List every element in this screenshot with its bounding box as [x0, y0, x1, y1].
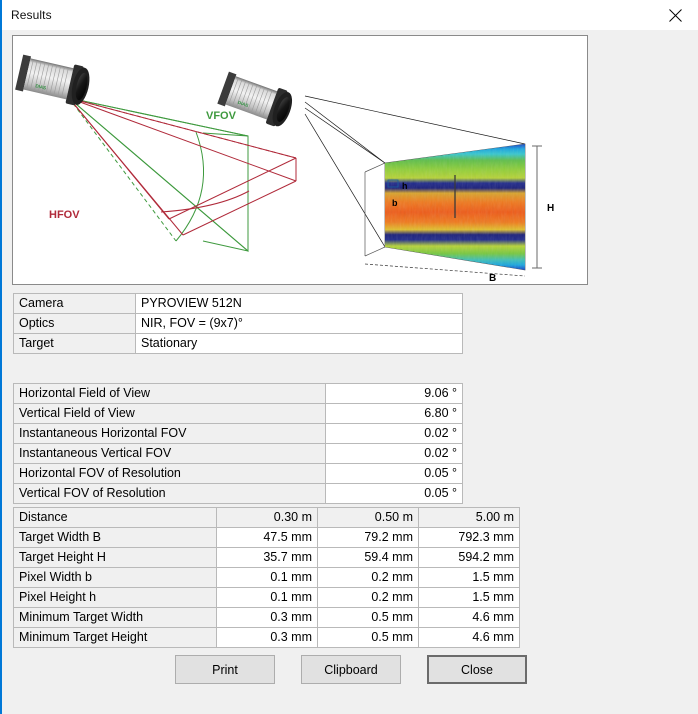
distance-header-c2: 0.50 m — [317, 507, 419, 528]
dist-4-c2: 0.5 mm — [317, 607, 419, 628]
table-row: Horizontal FOV of Resolution 0.05 ° — [13, 463, 463, 484]
dist-4-c1: 0.3 mm — [216, 607, 318, 628]
dist-label-0: Target Width B — [13, 527, 217, 548]
table-row: Vertical Field of View 6.80 ° — [13, 403, 463, 424]
camera-info-table: Camera PYROVIEW 512N Optics NIR, FOV = (… — [13, 293, 463, 354]
table-row: Target Width B 47.5 mm 79.2 mm 792.3 mm — [13, 527, 520, 548]
results-dialog: Results VFOV HFOV DIAS DIAS h b B H Came… — [0, 0, 698, 714]
distance-header-c3: 5.00 m — [418, 507, 520, 528]
close-icon — [668, 8, 682, 22]
dist-0-c2: 79.2 mm — [317, 527, 419, 548]
info-value-camera: PYROVIEW 512N — [135, 293, 463, 314]
dist-3-c3: 1.5 mm — [418, 587, 520, 608]
pixel-width-label: b — [392, 198, 398, 208]
table-row: Minimum Target Height 0.3 mm 0.5 mm 4.6 … — [13, 627, 520, 648]
dist-label-1: Target Height H — [13, 547, 217, 568]
field-of-view-table: Horizontal Field of View 9.06 ° Vertical… — [13, 383, 463, 504]
close-button[interactable]: Close — [427, 655, 527, 684]
dist-3-c1: 0.1 mm — [216, 587, 318, 608]
table-row: Optics NIR, FOV = (9x7)° — [13, 313, 463, 334]
target-height-label: H — [547, 203, 554, 214]
dist-5-c1: 0.3 mm — [216, 627, 318, 648]
distance-table: Distance 0.30 m 0.50 m 5.00 m Target Wid… — [13, 507, 520, 648]
dist-5-c2: 0.5 mm — [317, 627, 419, 648]
table-row: Target Height H 35.7 mm 59.4 mm 594.2 mm — [13, 547, 520, 568]
dist-label-4: Minimum Target Width — [13, 607, 217, 628]
fov-label-3: Instantaneous Vertical FOV — [13, 443, 326, 464]
window-title: Results — [11, 8, 52, 22]
dist-0-c1: 47.5 mm — [216, 527, 318, 548]
dist-1-c1: 35.7 mm — [216, 547, 318, 568]
fov-diagram: VFOV HFOV DIAS DIAS h b B H — [13, 36, 587, 284]
fov-value-4: 0.05 ° — [325, 463, 463, 484]
table-row: Pixel Width b 0.1 mm 0.2 mm 1.5 mm — [13, 567, 520, 588]
table-row: Horizontal Field of View 9.06 ° — [13, 383, 463, 404]
fov-value-1: 6.80 ° — [325, 403, 463, 424]
dist-5-c3: 4.6 mm — [418, 627, 520, 648]
info-label-optics: Optics — [13, 313, 136, 334]
dist-2-c3: 1.5 mm — [418, 567, 520, 588]
distance-header-label: Distance — [13, 507, 217, 528]
vfov-label: VFOV — [206, 110, 237, 122]
distance-header-c1: 0.30 m — [216, 507, 318, 528]
fov-illustration-panel: VFOV HFOV DIAS DIAS h b B H — [12, 35, 588, 285]
table-row: Pixel Height h 0.1 mm 0.2 mm 1.5 mm — [13, 587, 520, 608]
fov-label-0: Horizontal Field of View — [13, 383, 326, 404]
table-row: Instantaneous Vertical FOV 0.02 ° — [13, 443, 463, 464]
dist-4-c3: 4.6 mm — [418, 607, 520, 628]
table-row: Target Stationary — [13, 333, 463, 354]
info-value-optics: NIR, FOV = (9x7)° — [135, 313, 463, 334]
dist-2-c2: 0.2 mm — [317, 567, 419, 588]
fov-label-5: Vertical FOV of Resolution — [13, 483, 326, 504]
table-row: Vertical FOV of Resolution 0.05 ° — [13, 483, 463, 504]
fov-value-3: 0.02 ° — [325, 443, 463, 464]
table-row: Camera PYROVIEW 512N — [13, 293, 463, 314]
fov-value-2: 0.02 ° — [325, 423, 463, 444]
info-label-target: Target — [13, 333, 136, 354]
dist-0-c3: 792.3 mm — [418, 527, 520, 548]
dialog-button-row: Print Clipboard Close — [2, 655, 698, 684]
fov-value-0: 9.06 ° — [325, 383, 463, 404]
fov-label-4: Horizontal FOV of Resolution — [13, 463, 326, 484]
hfov-label: HFOV — [49, 209, 80, 221]
clipboard-button[interactable]: Clipboard — [301, 655, 401, 684]
close-window-button[interactable] — [652, 0, 698, 30]
fov-label-1: Vertical Field of View — [13, 403, 326, 424]
table-row: Instantaneous Horizontal FOV 0.02 ° — [13, 423, 463, 444]
title-bar: Results — [2, 0, 698, 30]
fov-label-2: Instantaneous Horizontal FOV — [13, 423, 326, 444]
info-label-camera: Camera — [13, 293, 136, 314]
dist-3-c2: 0.2 mm — [317, 587, 419, 608]
dist-label-2: Pixel Width b — [13, 567, 217, 588]
dist-label-3: Pixel Height h — [13, 587, 217, 608]
target-width-label: B — [489, 273, 496, 284]
dist-1-c3: 594.2 mm — [418, 547, 520, 568]
pixel-height-label: h — [402, 181, 408, 191]
dist-label-5: Minimum Target Height — [13, 627, 217, 648]
fov-value-5: 0.05 ° — [325, 483, 463, 504]
print-button[interactable]: Print — [175, 655, 275, 684]
table-header-row: Distance 0.30 m 0.50 m 5.00 m — [13, 507, 520, 528]
dist-1-c2: 59.4 mm — [317, 547, 419, 568]
dist-2-c1: 0.1 mm — [216, 567, 318, 588]
info-value-target: Stationary — [135, 333, 463, 354]
table-row: Minimum Target Width 0.3 mm 0.5 mm 4.6 m… — [13, 607, 520, 628]
